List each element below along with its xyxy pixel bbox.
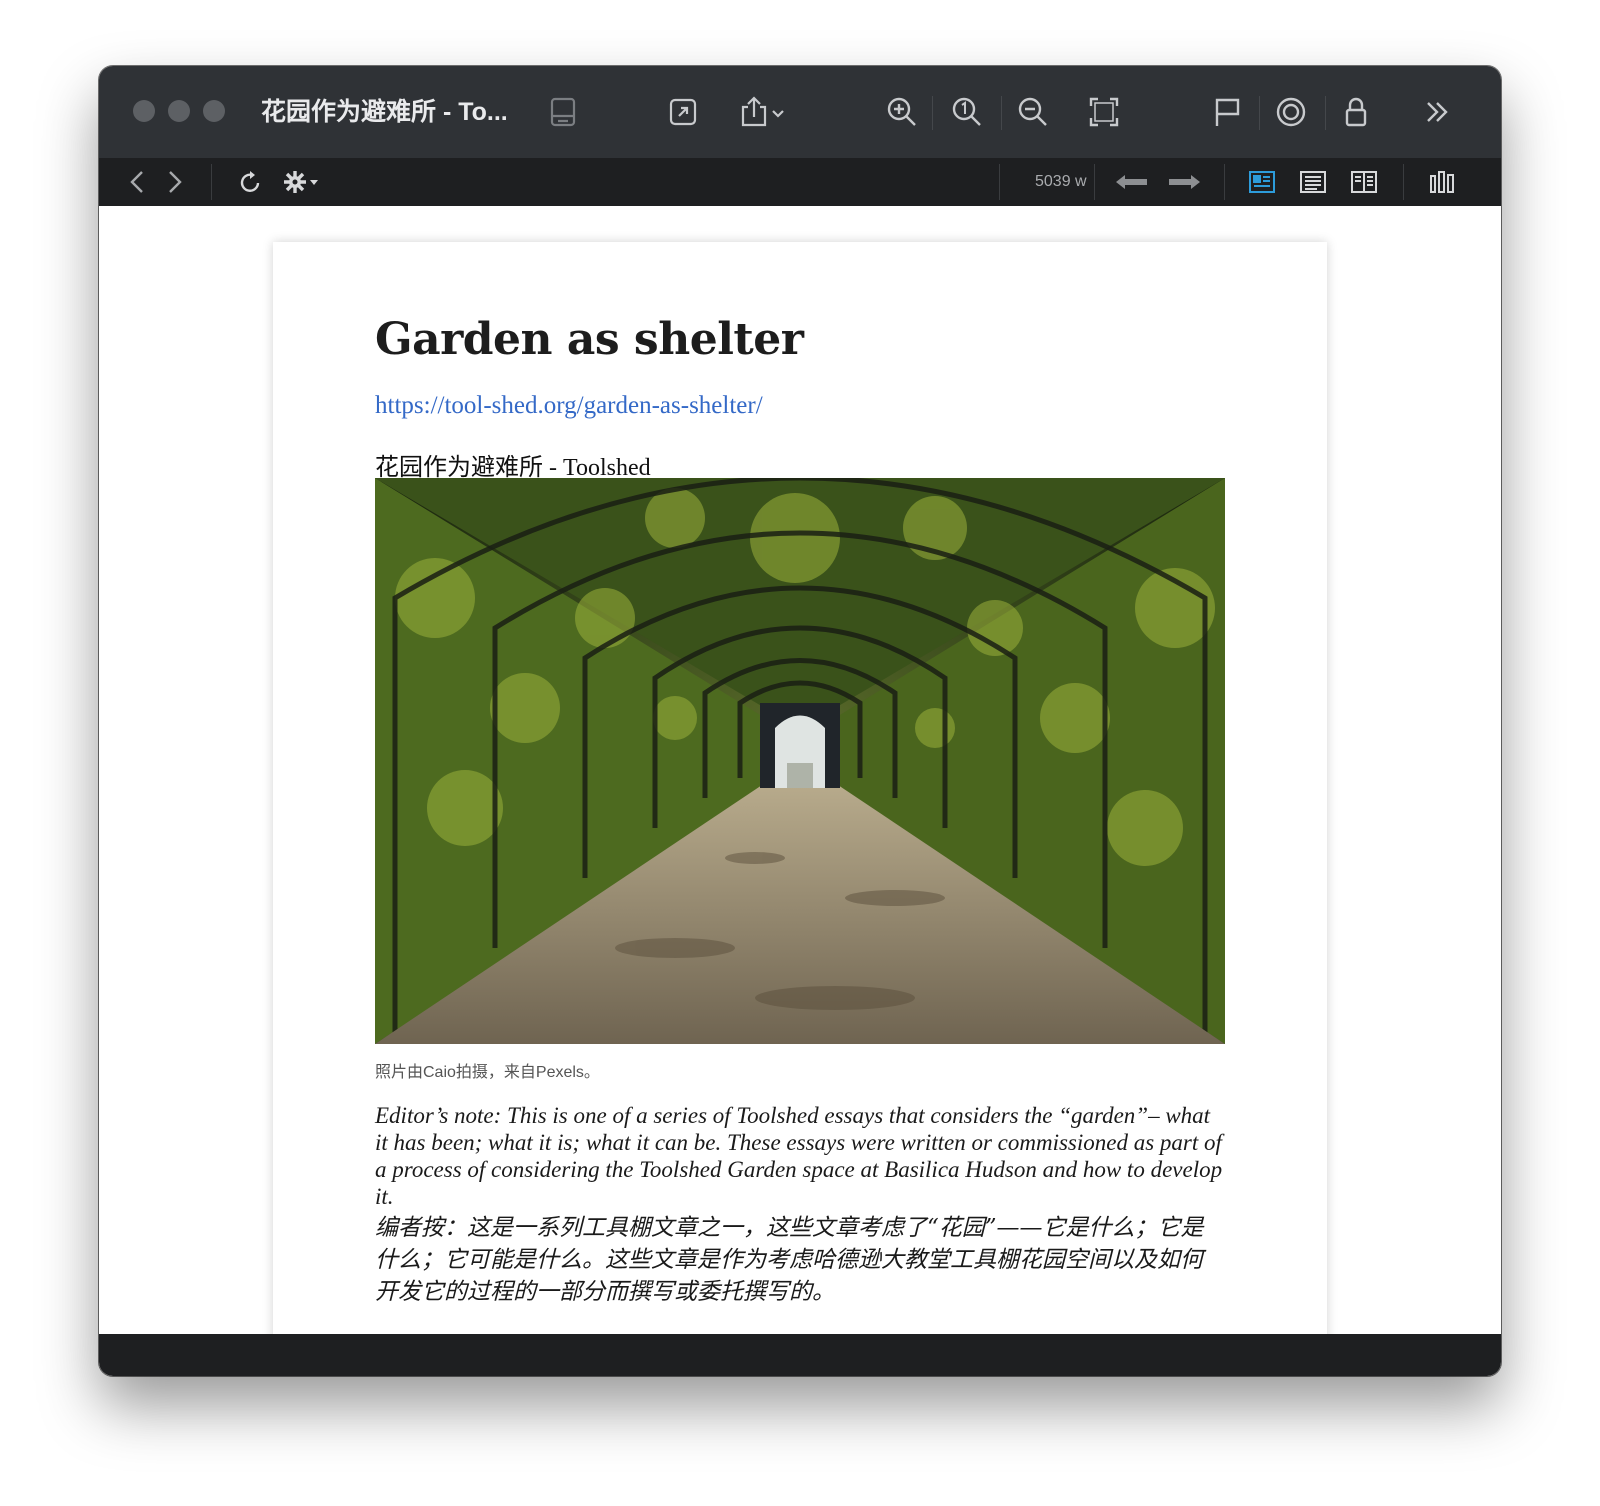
- layout-text-icon[interactable]: [1296, 165, 1330, 199]
- target-icon[interactable]: [1271, 92, 1311, 132]
- window-title: 花园作为避难所 - To...: [261, 98, 508, 126]
- article-subtitle: 花园作为避难所 - Toolshed: [375, 455, 651, 481]
- word-count: 5039 w: [1035, 173, 1087, 190]
- reader-toolbar: 5039 w: [99, 158, 1501, 206]
- zoom-window-button[interactable]: [203, 100, 225, 122]
- layout-card-icon[interactable]: [1245, 165, 1279, 199]
- article-photo: [375, 478, 1225, 1044]
- forward-icon[interactable]: [157, 165, 191, 199]
- article-page: Garden as shelter https://tool-shed.org/…: [273, 242, 1327, 1376]
- reader-content: Garden as shelter https://tool-shed.org/…: [99, 206, 1501, 1376]
- actual-size-icon[interactable]: [947, 92, 987, 132]
- share-icon[interactable]: [733, 92, 791, 132]
- title-bar: 花园作为避难所 - To...: [99, 66, 1501, 159]
- bottom-status-bar: [99, 1334, 1501, 1376]
- fit-window-icon[interactable]: [1084, 92, 1124, 132]
- back-icon[interactable]: [121, 165, 155, 199]
- sidebar-toggle-icon[interactable]: [543, 92, 583, 132]
- gear-icon[interactable]: [281, 165, 321, 199]
- zoom-in-icon[interactable]: [882, 92, 922, 132]
- article-title: Garden as shelter: [375, 314, 804, 365]
- minimize-window-button[interactable]: [168, 100, 190, 122]
- article-url-link[interactable]: https://tool-shed.org/garden-as-shelter/: [375, 392, 763, 420]
- editor-note: Editor’s note: This is one of a series o…: [375, 1103, 1223, 1209]
- photo-caption: 照片由Caio拍摄，来自Pexels。: [375, 1064, 600, 1081]
- more-chevrons-icon[interactable]: [1417, 92, 1457, 132]
- format-icon[interactable]: [1425, 165, 1459, 199]
- reload-icon[interactable]: [233, 165, 267, 199]
- zoom-out-icon[interactable]: [1013, 92, 1053, 132]
- flag-icon[interactable]: [1207, 92, 1247, 132]
- open-external-icon[interactable]: [663, 92, 703, 132]
- app-window: 花园作为避难所 - To... 5039 w Garden as shelter…: [99, 66, 1501, 1376]
- close-window-button[interactable]: [133, 100, 155, 122]
- arrow-left-icon[interactable]: [1113, 165, 1151, 199]
- editor-note-chinese: 编者按：这是一系列工具棚文章之一，这些文章考虑了“花园”——它是什么；它是什么；…: [375, 1215, 1204, 1305]
- arrow-right-icon[interactable]: [1165, 165, 1203, 199]
- layout-split-icon[interactable]: [1347, 165, 1381, 199]
- lock-icon[interactable]: [1336, 92, 1376, 132]
